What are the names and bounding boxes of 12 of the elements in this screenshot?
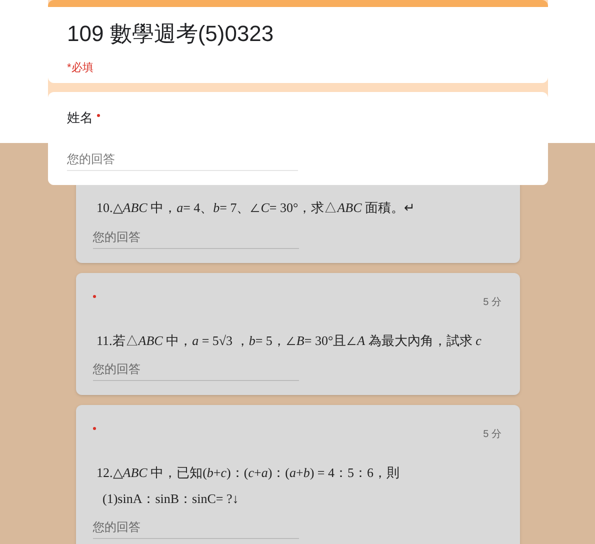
question-text: 10.△ABC 中，a= 4、b= 7、∠C= 30°，求△ABC 面積。↵: [96, 199, 416, 217]
question-text: 11.若△ABC 中，a = 5√3 ，b= 5，∠B= 30°且∠A 為最大內角，試求 c: [96, 332, 482, 350]
answer-field[interactable]: 您的回答: [92, 228, 298, 248]
required-note: *必填: [67, 60, 94, 76]
question-label: 姓名: [67, 109, 93, 127]
points-label: 5 分: [483, 296, 502, 310]
question-text: 12.△ABC 中，已知(b+c)：(c+a)：(a+b) = 4：5：6，則: [96, 464, 401, 482]
answer-field[interactable]: 您的回答: [92, 518, 298, 539]
form-title: 109 數學週考(5)0323: [67, 20, 275, 48]
question-text: (1)sinA：sinB：sinC= ?↓: [102, 490, 240, 508]
answer-field[interactable]: 您的回答: [92, 360, 298, 381]
points-label: 5 分: [483, 428, 502, 442]
